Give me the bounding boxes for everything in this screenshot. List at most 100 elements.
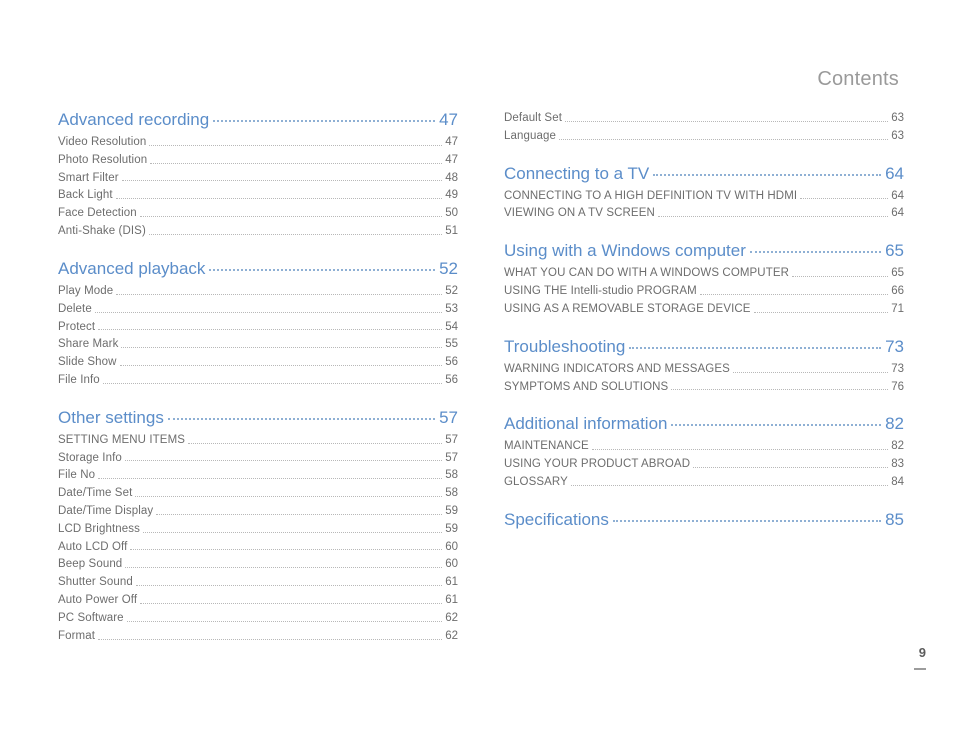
toc-entry-title: CONNECTING TO A HIGH DEFINITION TV WITH … — [504, 188, 797, 206]
toc-entry[interactable]: File Info56 — [58, 372, 458, 390]
leader-dots — [98, 329, 442, 330]
toc-section-page: 73 — [885, 337, 904, 357]
leader-dots — [127, 621, 443, 622]
toc-entry-title: Share Mark — [58, 336, 118, 354]
toc-section-heading[interactable]: Connecting to a TV64 — [504, 164, 904, 184]
leader-dots — [750, 251, 881, 253]
toc-entry-page: 66 — [891, 283, 904, 301]
toc-entry[interactable]: WARNING INDICATORS AND MESSAGES73 — [504, 361, 904, 379]
toc-entry[interactable]: GLOSSARY84 — [504, 474, 904, 492]
toc-entry[interactable]: Smart Filter48 — [58, 170, 458, 188]
toc-entry-title: Date/Time Display — [58, 503, 153, 521]
toc-entry[interactable]: Auto LCD Off60 — [58, 539, 458, 557]
toc-entry[interactable]: Delete53 — [58, 301, 458, 319]
toc-entry-title: GLOSSARY — [504, 474, 568, 492]
toc-entry[interactable]: Anti-Shake (DIS)51 — [58, 223, 458, 241]
toc-entry[interactable]: WHAT YOU CAN DO WITH A WINDOWS COMPUTER6… — [504, 265, 904, 283]
toc-entry-title: LCD Brightness — [58, 521, 140, 539]
toc-section-page: 65 — [885, 241, 904, 261]
toc-entry-title: Back Light — [58, 187, 113, 205]
toc-entry-page: 49 — [445, 187, 458, 205]
toc-entry[interactable]: Storage Info57 — [58, 450, 458, 468]
toc-section-heading[interactable]: Other settings57 — [58, 408, 458, 428]
leader-dots — [613, 520, 881, 522]
toc-entry-title: Storage Info — [58, 450, 122, 468]
toc-entry[interactable]: Auto Power Off61 — [58, 592, 458, 610]
toc-entry[interactable]: Beep Sound60 — [58, 556, 458, 574]
toc-entry[interactable]: Date/Time Display59 — [58, 503, 458, 521]
toc-entry[interactable]: Video Resolution47 — [58, 134, 458, 152]
toc-entry-title: Language — [504, 128, 556, 146]
toc-entry-title: Photo Resolution — [58, 152, 147, 170]
toc-entry-page: 62 — [445, 610, 458, 628]
toc-entry[interactable]: Protect54 — [58, 319, 458, 337]
toc-section-heading[interactable]: Advanced recording47 — [58, 110, 458, 130]
leader-dots — [116, 198, 443, 199]
leader-dots — [103, 383, 442, 384]
toc-entry[interactable]: USING AS A REMOVABLE STORAGE DEVICE71 — [504, 301, 904, 319]
toc-section-heading[interactable]: Troubleshooting73 — [504, 337, 904, 357]
toc-section-heading[interactable]: Using with a Windows computer65 — [504, 241, 904, 261]
toc-entry[interactable]: CONNECTING TO A HIGH DEFINITION TV WITH … — [504, 188, 904, 206]
toc-entry[interactable]: PC Software 62 — [58, 610, 458, 628]
toc-entry-title: USING YOUR PRODUCT ABROAD — [504, 456, 690, 474]
toc-entry-title: VIEWING ON A TV SCREEN — [504, 205, 655, 223]
toc-entry-title: WHAT YOU CAN DO WITH A WINDOWS COMPUTER — [504, 265, 789, 283]
toc-entry[interactable]: SETTING MENU ITEMS57 — [58, 432, 458, 450]
toc-entry[interactable]: SYMPTOMS AND SOLUTIONS 76 — [504, 379, 904, 397]
toc-entry[interactable]: Date/Time Set58 — [58, 485, 458, 503]
toc-section-heading[interactable]: Additional information82 — [504, 414, 904, 434]
toc-entry-page: 73 — [891, 361, 904, 379]
toc-entry[interactable]: VIEWING ON A TV SCREEN64 — [504, 205, 904, 223]
leader-dots — [209, 269, 435, 271]
page-number: 9 — [919, 645, 926, 660]
toc-entry[interactable]: Face Detection 50 — [58, 205, 458, 223]
leader-dots — [130, 549, 442, 550]
toc-entry[interactable]: File No58 — [58, 467, 458, 485]
toc-entry[interactable]: Default Set63 — [504, 110, 904, 128]
leader-dots — [150, 163, 442, 164]
leader-dots — [168, 418, 435, 420]
toc-entry[interactable]: Slide Show56 — [58, 354, 458, 372]
toc-entry-page: 50 — [445, 205, 458, 223]
toc-section: Advanced playback52 Play Mode52Delete53Pr… — [58, 259, 458, 390]
toc-entry[interactable]: Photo Resolution47 — [58, 152, 458, 170]
leader-dots — [800, 198, 888, 199]
toc-entry[interactable]: Share Mark55 — [58, 336, 458, 354]
leader-dots — [653, 174, 881, 176]
toc-entry[interactable]: Shutter Sound61 — [58, 574, 458, 592]
toc-section-page: 64 — [885, 164, 904, 184]
toc-entry-title: SYMPTOMS AND SOLUTIONS — [504, 379, 668, 397]
toc-entry[interactable]: USING YOUR PRODUCT ABROAD83 — [504, 456, 904, 474]
toc-entry-title: Auto Power Off — [58, 592, 137, 610]
leader-dots — [559, 139, 888, 140]
leader-dots — [149, 145, 442, 146]
leader-dots — [140, 603, 442, 604]
toc-entry-title: Face Detection — [58, 205, 137, 223]
toc-entry[interactable]: Back Light 49 — [58, 187, 458, 205]
toc-entry[interactable]: LCD Brightness59 — [58, 521, 458, 539]
toc-section-title: Specifications — [504, 510, 609, 530]
leader-dots — [565, 121, 888, 122]
toc-section: Connecting to a TV64 CONNECTING TO A HIGH… — [504, 164, 904, 224]
page-number-rule — [914, 668, 926, 670]
leader-dots — [125, 567, 442, 568]
toc-entry-page: 51 — [445, 223, 458, 241]
toc-section-heading[interactable]: Specifications 85 — [504, 510, 904, 530]
toc-entry[interactable]: USING THE Intelli-studio PROGRAM66 — [504, 283, 904, 301]
toc-section-heading[interactable]: Advanced playback52 — [58, 259, 458, 279]
toc-entry-title: Auto LCD Off — [58, 539, 127, 557]
toc-section-page: 47 — [439, 110, 458, 130]
toc-entry-title: PC Software — [58, 610, 124, 628]
toc-entry-page: 56 — [445, 372, 458, 390]
toc-section-title: Advanced playback — [58, 259, 205, 279]
leader-dots — [143, 532, 442, 533]
toc-entry-page: 76 — [891, 379, 904, 397]
toc-section-page: 85 — [885, 510, 904, 530]
toc-entry[interactable]: Format62 — [58, 628, 458, 646]
toc-entry-title: Smart Filter — [58, 170, 119, 188]
toc-section-page: 57 — [439, 408, 458, 428]
toc-entry[interactable]: Play Mode52 — [58, 283, 458, 301]
toc-entry[interactable]: MAINTENANCE82 — [504, 438, 904, 456]
toc-entry[interactable]: Language63 — [504, 128, 904, 146]
